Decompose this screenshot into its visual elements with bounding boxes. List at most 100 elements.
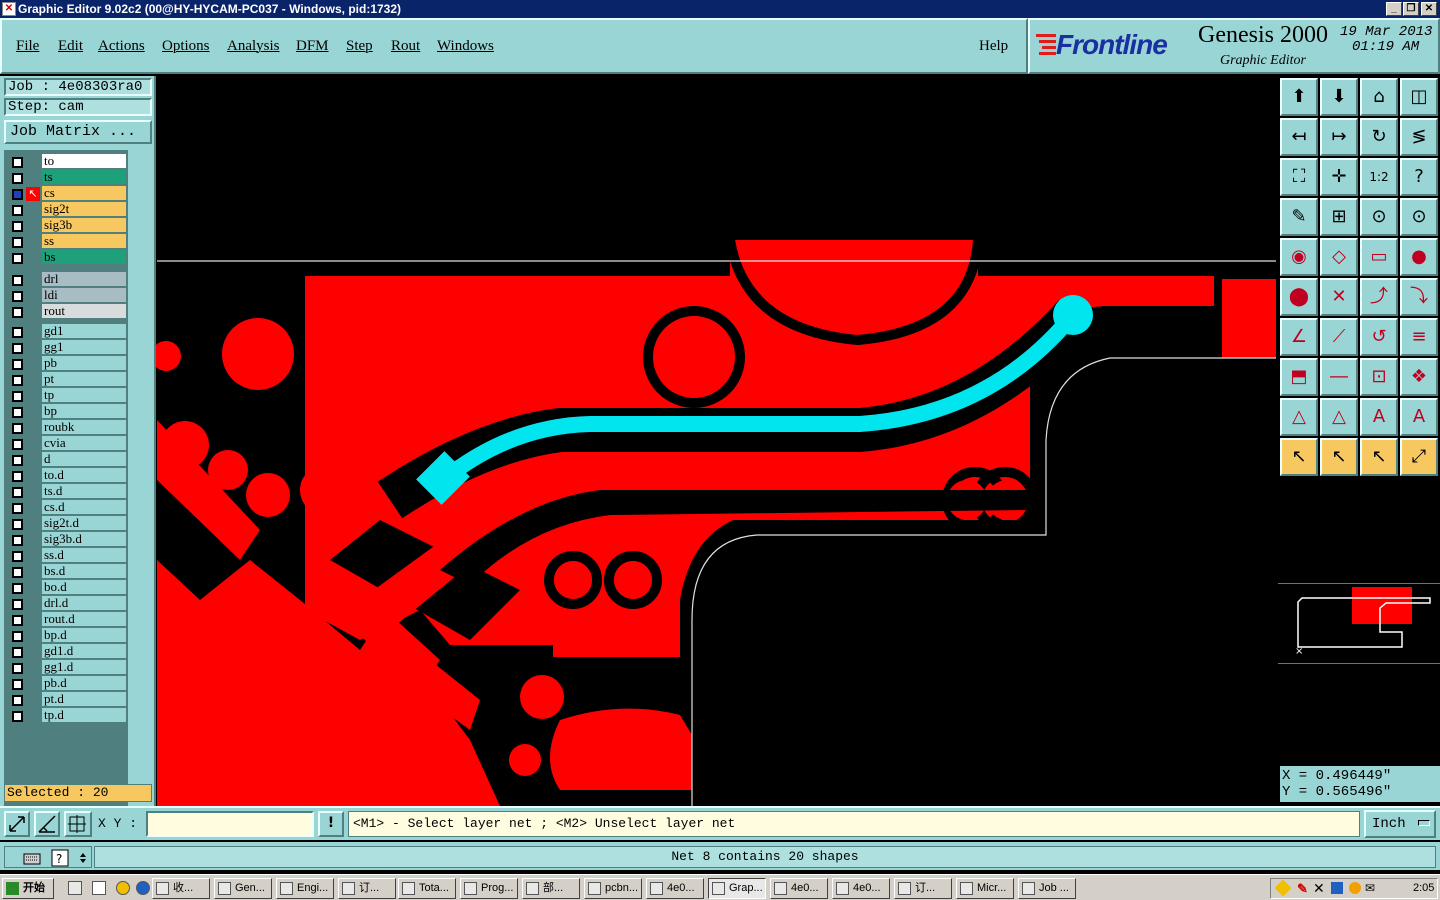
arc-button[interactable]: ↺: [1360, 318, 1398, 356]
layer-checkbox[interactable]: [12, 291, 23, 302]
zoom-fit-button[interactable]: ⛶: [1280, 158, 1318, 196]
layer-checkbox[interactable]: [12, 599, 23, 610]
layer-row[interactable]: rout: [8, 304, 126, 320]
layer-checkbox[interactable]: [12, 647, 23, 658]
layer-checkbox[interactable]: [12, 471, 23, 482]
layer-checkbox[interactable]: [12, 551, 23, 562]
clock-app-icon[interactable]: [116, 881, 130, 895]
layer-checkbox[interactable]: [12, 173, 23, 184]
graphic-canvas[interactable]: [156, 76, 1276, 806]
layer-row[interactable]: ldi: [8, 288, 126, 304]
layer-row[interactable]: pt.d: [8, 692, 126, 708]
layer-checkbox[interactable]: [12, 407, 23, 418]
layer-checkbox[interactable]: [12, 359, 23, 370]
layer-row[interactable]: bo.d: [8, 580, 126, 596]
taskbar-button[interactable]: Engi...: [276, 878, 334, 899]
layer-checkbox[interactable]: [12, 535, 23, 546]
layer-name[interactable]: roubk: [42, 420, 126, 435]
layer-row[interactable]: pb: [8, 356, 126, 372]
layer-checkbox[interactable]: [12, 253, 23, 264]
layer-checkbox[interactable]: [12, 567, 23, 578]
layer-name[interactable]: bs: [42, 250, 126, 265]
layer-name[interactable]: sig2t: [42, 202, 126, 217]
layer-name[interactable]: drl.d: [42, 596, 126, 611]
menu-actions[interactable]: Actions: [98, 38, 145, 55]
route-button[interactable]: ⤢: [1400, 438, 1438, 476]
draw-trace-button[interactable]: ⟋: [1320, 318, 1358, 356]
layer-row[interactable]: pt: [8, 372, 126, 388]
taskbar-button[interactable]: Tota...: [398, 878, 456, 899]
layer-name[interactable]: bp.d: [42, 628, 126, 643]
layer-name[interactable]: bp: [42, 404, 126, 419]
measure-tool-button[interactable]: [34, 811, 60, 837]
zoom-1-1-button[interactable]: 1:2: [1360, 158, 1398, 196]
layer-name[interactable]: bo.d: [42, 580, 126, 595]
desktop-icon[interactable]: [68, 881, 82, 895]
taskbar-button[interactable]: Job ...: [1018, 878, 1076, 899]
explorer-icon[interactable]: [92, 881, 106, 895]
layer-row[interactable]: drl.d: [8, 596, 126, 612]
pad-button[interactable]: ◉: [1280, 238, 1318, 276]
layer-row[interactable]: cs ↖: [8, 186, 126, 202]
ruler-button[interactable]: ▭: [1360, 238, 1398, 276]
layer-checkbox[interactable]: [12, 663, 23, 674]
taskbar-button[interactable]: Micr...: [956, 878, 1014, 899]
units-selector[interactable]: Inch: [1364, 810, 1436, 838]
layer-row[interactable]: sig2t.d: [8, 516, 126, 532]
layer-name[interactable]: ss.d: [42, 548, 126, 563]
fill-button[interactable]: ●: [1400, 238, 1438, 276]
draw-line-button[interactable]: ∠: [1280, 318, 1318, 356]
delete-node-button[interactable]: ✕: [1320, 278, 1358, 316]
taskbar-button[interactable]: 4e0...: [770, 878, 828, 899]
layer-name[interactable]: pb: [42, 356, 126, 371]
layer-checkbox[interactable]: [12, 519, 23, 530]
layer-checkbox[interactable]: [12, 237, 23, 248]
layer-checkbox[interactable]: [12, 189, 23, 200]
step-repeat-button[interactable]: ≶: [1400, 118, 1438, 156]
pointer-button[interactable]: ↖: [1280, 438, 1318, 476]
tray-pen-icon[interactable]: ✎: [1297, 881, 1308, 897]
open-job-button[interactable]: ⬆: [1280, 78, 1318, 116]
layer-checkbox[interactable]: [12, 205, 23, 216]
select-net-button[interactable]: ↖: [1360, 438, 1398, 476]
layer-checkbox[interactable]: [12, 343, 23, 354]
layer-checkbox[interactable]: [12, 275, 23, 286]
layer-name[interactable]: gd1: [42, 324, 126, 339]
filter-c-button[interactable]: A: [1360, 398, 1398, 436]
redo-button[interactable]: ↦: [1320, 118, 1358, 156]
settings-button[interactable]: ✎: [1280, 198, 1318, 236]
outline-button[interactable]: ◇: [1320, 238, 1358, 276]
taskbar-button[interactable]: 订...: [894, 878, 952, 899]
help-button[interactable]: ?: [1400, 158, 1438, 196]
minimize-button[interactable]: _: [1386, 2, 1402, 16]
alert-icon[interactable]: !: [318, 811, 344, 837]
layer-name[interactable]: pt.d: [42, 692, 126, 707]
layer-name[interactable]: cs: [42, 186, 126, 201]
layer-name[interactable]: gg1.d: [42, 660, 126, 675]
layer-row[interactable]: gd1: [8, 324, 126, 340]
layer-checkbox[interactable]: [12, 631, 23, 642]
menu-edit[interactable]: Edit: [58, 38, 83, 55]
layer-name[interactable]: drl: [42, 272, 126, 287]
layer-name[interactable]: tp: [42, 388, 126, 403]
layer-checkbox[interactable]: [12, 221, 23, 232]
layer-checkbox[interactable]: [12, 711, 23, 722]
close-button[interactable]: ✕: [1421, 2, 1437, 16]
layer-name[interactable]: bs.d: [42, 564, 126, 579]
menu-options[interactable]: Options: [162, 38, 210, 55]
layer-name[interactable]: ss: [42, 234, 126, 249]
group-button[interactable]: ❖: [1400, 358, 1438, 396]
layer-checkbox[interactable]: [12, 391, 23, 402]
resize-tool-button[interactable]: [4, 811, 30, 837]
menu-file[interactable]: File: [16, 38, 39, 55]
menu-help[interactable]: Help: [979, 38, 1008, 55]
layer-row[interactable]: d: [8, 452, 126, 468]
layer-row[interactable]: gd1.d: [8, 644, 126, 660]
layer-checkbox[interactable]: [12, 327, 23, 338]
layer-checkbox[interactable]: [12, 439, 23, 450]
layer-name[interactable]: rout.d: [42, 612, 126, 627]
taskbar-button[interactable]: Grap...: [708, 878, 766, 899]
layer-row[interactable]: ss: [8, 234, 126, 250]
taskbar-button[interactable]: 订...: [338, 878, 396, 899]
layer-row[interactable]: tp: [8, 388, 126, 404]
